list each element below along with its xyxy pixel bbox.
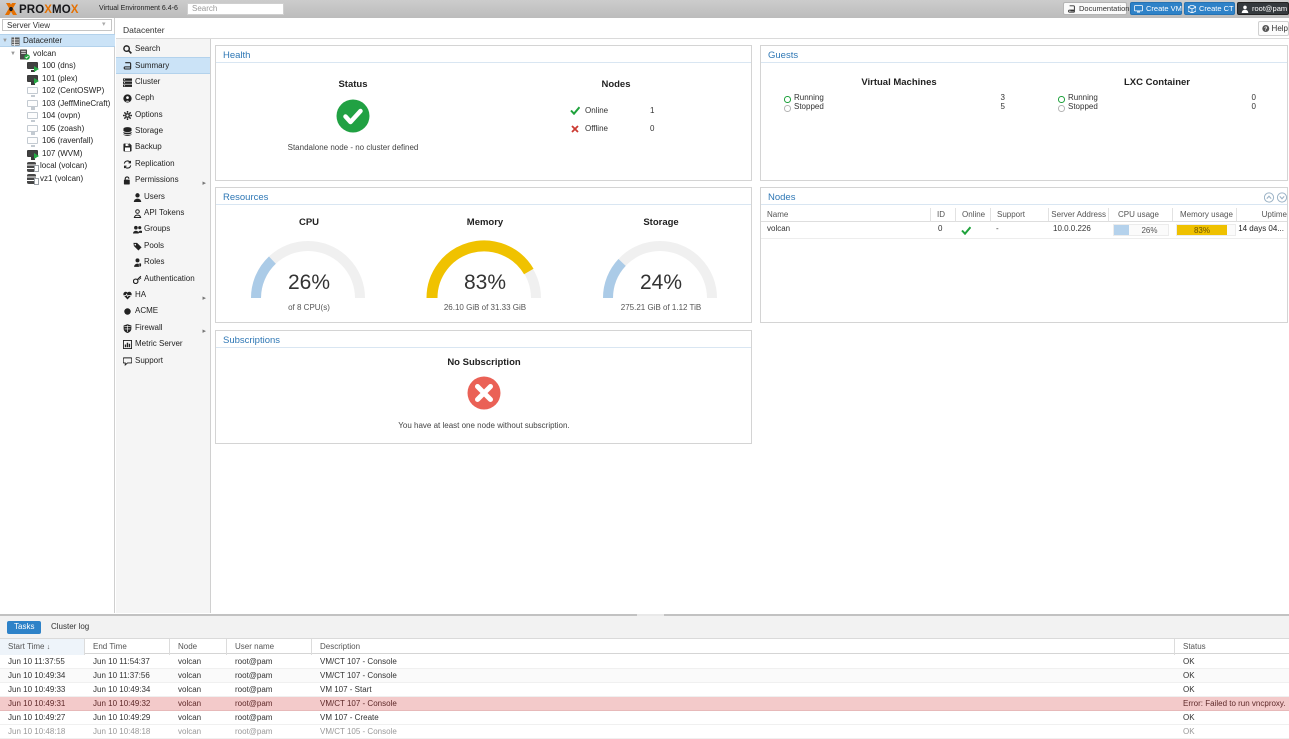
svg-text:PROXMOX: PROXMOX — [19, 4, 79, 16]
svg-text:?: ? — [1264, 26, 1267, 32]
